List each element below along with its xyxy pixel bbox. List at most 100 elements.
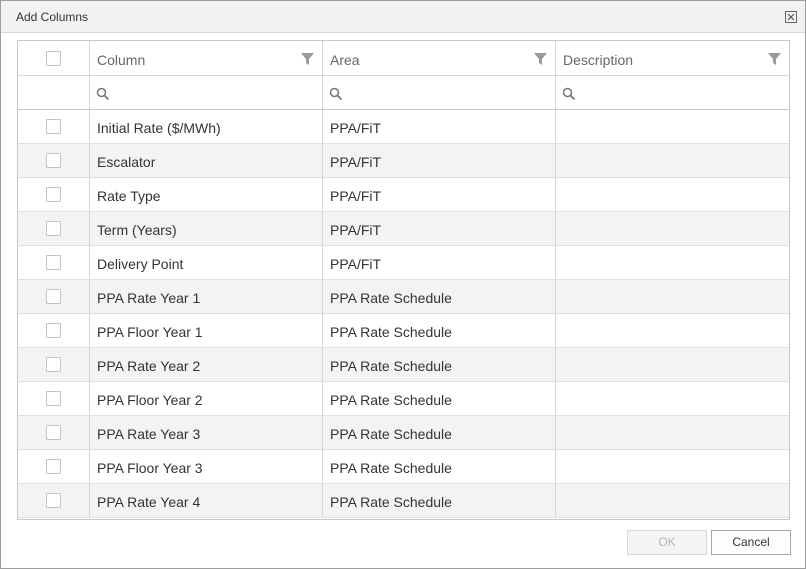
table-row[interactable]: PPA Rate Year 1 PPA Rate Schedule — [18, 280, 789, 314]
row-checkbox[interactable] — [46, 187, 61, 202]
table-row[interactable]: PPA Floor Year 2 PPA Rate Schedule — [18, 382, 789, 416]
row-select-cell — [18, 178, 90, 211]
dialog-titlebar: Add Columns — [1, 1, 805, 33]
table-row[interactable]: Term (Years) PPA/FiT — [18, 212, 789, 246]
description-cell — [556, 212, 789, 245]
area-name: PPA Rate Schedule — [330, 494, 452, 510]
area-cell: PPA/FiT — [323, 110, 556, 143]
column-cell: PPA Floor Year 3 — [90, 450, 323, 483]
area-cell: PPA Rate Schedule — [323, 280, 556, 313]
description-cell — [556, 144, 789, 177]
column-name: Delivery Point — [97, 256, 184, 272]
area-name: PPA Rate Schedule — [330, 290, 452, 306]
column-name: PPA Floor Year 3 — [97, 460, 203, 476]
area-cell: PPA Rate Schedule — [323, 484, 556, 517]
description-cell — [556, 450, 789, 483]
area-cell: PPA/FiT — [323, 212, 556, 245]
column-filter-input[interactable] — [90, 76, 323, 109]
area-name: PPA Rate Schedule — [330, 358, 452, 374]
area-name: PPA Rate Schedule — [330, 324, 452, 340]
column-cell: Delivery Point — [90, 246, 323, 279]
row-select-cell — [18, 110, 90, 143]
table-row[interactable]: PPA Rate Year 3 PPA Rate Schedule — [18, 416, 789, 450]
table-row[interactable]: Rate Type PPA/FiT — [18, 178, 789, 212]
row-select-cell — [18, 416, 90, 449]
description-filter-input[interactable] — [556, 76, 789, 109]
grid-body: Initial Rate ($/MWh) PPA/FiT Escalator PPA/… — [18, 110, 789, 519]
header-area-label: Area — [330, 52, 360, 68]
description-cell — [556, 348, 789, 381]
row-select-cell — [18, 382, 90, 415]
filter-funnel-icon[interactable] — [301, 53, 314, 65]
table-row[interactable]: PPA Rate Year 4 PPA Rate Schedule — [18, 484, 789, 518]
row-select-cell — [18, 280, 90, 313]
description-cell — [556, 484, 789, 517]
row-checkbox[interactable] — [46, 391, 61, 406]
row-checkbox[interactable] — [46, 289, 61, 304]
description-cell — [556, 416, 789, 449]
row-checkbox[interactable] — [46, 153, 61, 168]
header-area[interactable]: Area — [323, 41, 556, 75]
area-cell: PPA/FiT — [323, 178, 556, 211]
add-columns-dialog: Add Columns Column Area Description Init… — [0, 0, 806, 569]
row-checkbox[interactable] — [46, 323, 61, 338]
row-select-cell — [18, 348, 90, 381]
description-cell — [556, 246, 789, 279]
filter-funnel-icon[interactable] — [534, 53, 547, 65]
table-row[interactable]: PPA Floor Year 3 PPA Rate Schedule — [18, 450, 789, 484]
area-name: PPA Rate Schedule — [330, 426, 452, 442]
table-row[interactable]: Initial Rate ($/MWh) PPA/FiT — [18, 110, 789, 144]
column-name: PPA Rate Year 2 — [97, 358, 201, 374]
header-description-label: Description — [563, 52, 634, 68]
area-name: PPA/FiT — [330, 120, 382, 136]
filter-funnel-icon[interactable] — [768, 53, 781, 65]
area-name: PPA Rate Schedule — [330, 460, 452, 476]
table-row[interactable]: PPA Rate Year 2 PPA Rate Schedule — [18, 348, 789, 382]
header-column-label: Column — [97, 52, 146, 68]
area-name: PPA/FiT — [330, 188, 382, 204]
column-cell: PPA Rate Year 2 — [90, 348, 323, 381]
column-name: PPA Floor Year 1 — [97, 324, 203, 340]
header-column[interactable]: Column — [90, 41, 323, 75]
column-cell: PPA Rate Year 3 — [90, 416, 323, 449]
area-filter-input[interactable] — [323, 76, 556, 109]
row-select-cell — [18, 212, 90, 245]
column-name: PPA Rate Year 3 — [97, 426, 201, 442]
column-cell: Term (Years) — [90, 212, 323, 245]
column-cell: Initial Rate ($/MWh) — [90, 110, 323, 143]
column-name: PPA Rate Year 4 — [97, 494, 201, 510]
column-cell: PPA Rate Year 4 — [90, 484, 323, 517]
area-cell: PPA Rate Schedule — [323, 348, 556, 381]
row-checkbox[interactable] — [46, 459, 61, 474]
row-checkbox[interactable] — [46, 425, 61, 440]
close-icon[interactable] — [785, 11, 797, 23]
table-row[interactable]: PPA Floor Year 1 PPA Rate Schedule — [18, 314, 789, 348]
column-name: Escalator — [97, 154, 156, 170]
description-cell — [556, 314, 789, 347]
description-cell — [556, 280, 789, 313]
cancel-button[interactable]: Cancel — [711, 530, 791, 555]
column-name: Initial Rate ($/MWh) — [97, 120, 221, 136]
ok-button[interactable]: OK — [627, 530, 707, 555]
row-select-cell — [18, 246, 90, 279]
row-checkbox[interactable] — [46, 255, 61, 270]
search-icon — [562, 87, 576, 101]
row-checkbox[interactable] — [46, 493, 61, 508]
table-row[interactable]: Delivery Point PPA/FiT — [18, 246, 789, 280]
area-cell: PPA Rate Schedule — [323, 450, 556, 483]
select-all-checkbox[interactable] — [46, 51, 61, 66]
area-cell: PPA Rate Schedule — [323, 382, 556, 415]
row-checkbox[interactable] — [46, 119, 61, 134]
header-description[interactable]: Description — [556, 41, 789, 75]
column-cell: Rate Type — [90, 178, 323, 211]
area-cell: PPA/FiT — [323, 144, 556, 177]
row-checkbox[interactable] — [46, 357, 61, 372]
row-checkbox[interactable] — [46, 221, 61, 236]
grid-header-row: Column Area Description — [18, 41, 789, 76]
column-name: Term (Years) — [97, 222, 177, 238]
area-name: PPA/FiT — [330, 154, 382, 170]
dialog-title: Add Columns — [16, 10, 89, 24]
description-cell — [556, 178, 789, 211]
table-row[interactable]: Escalator PPA/FiT — [18, 144, 789, 178]
columns-grid: Column Area Description Initial Rate ($/… — [17, 40, 790, 520]
